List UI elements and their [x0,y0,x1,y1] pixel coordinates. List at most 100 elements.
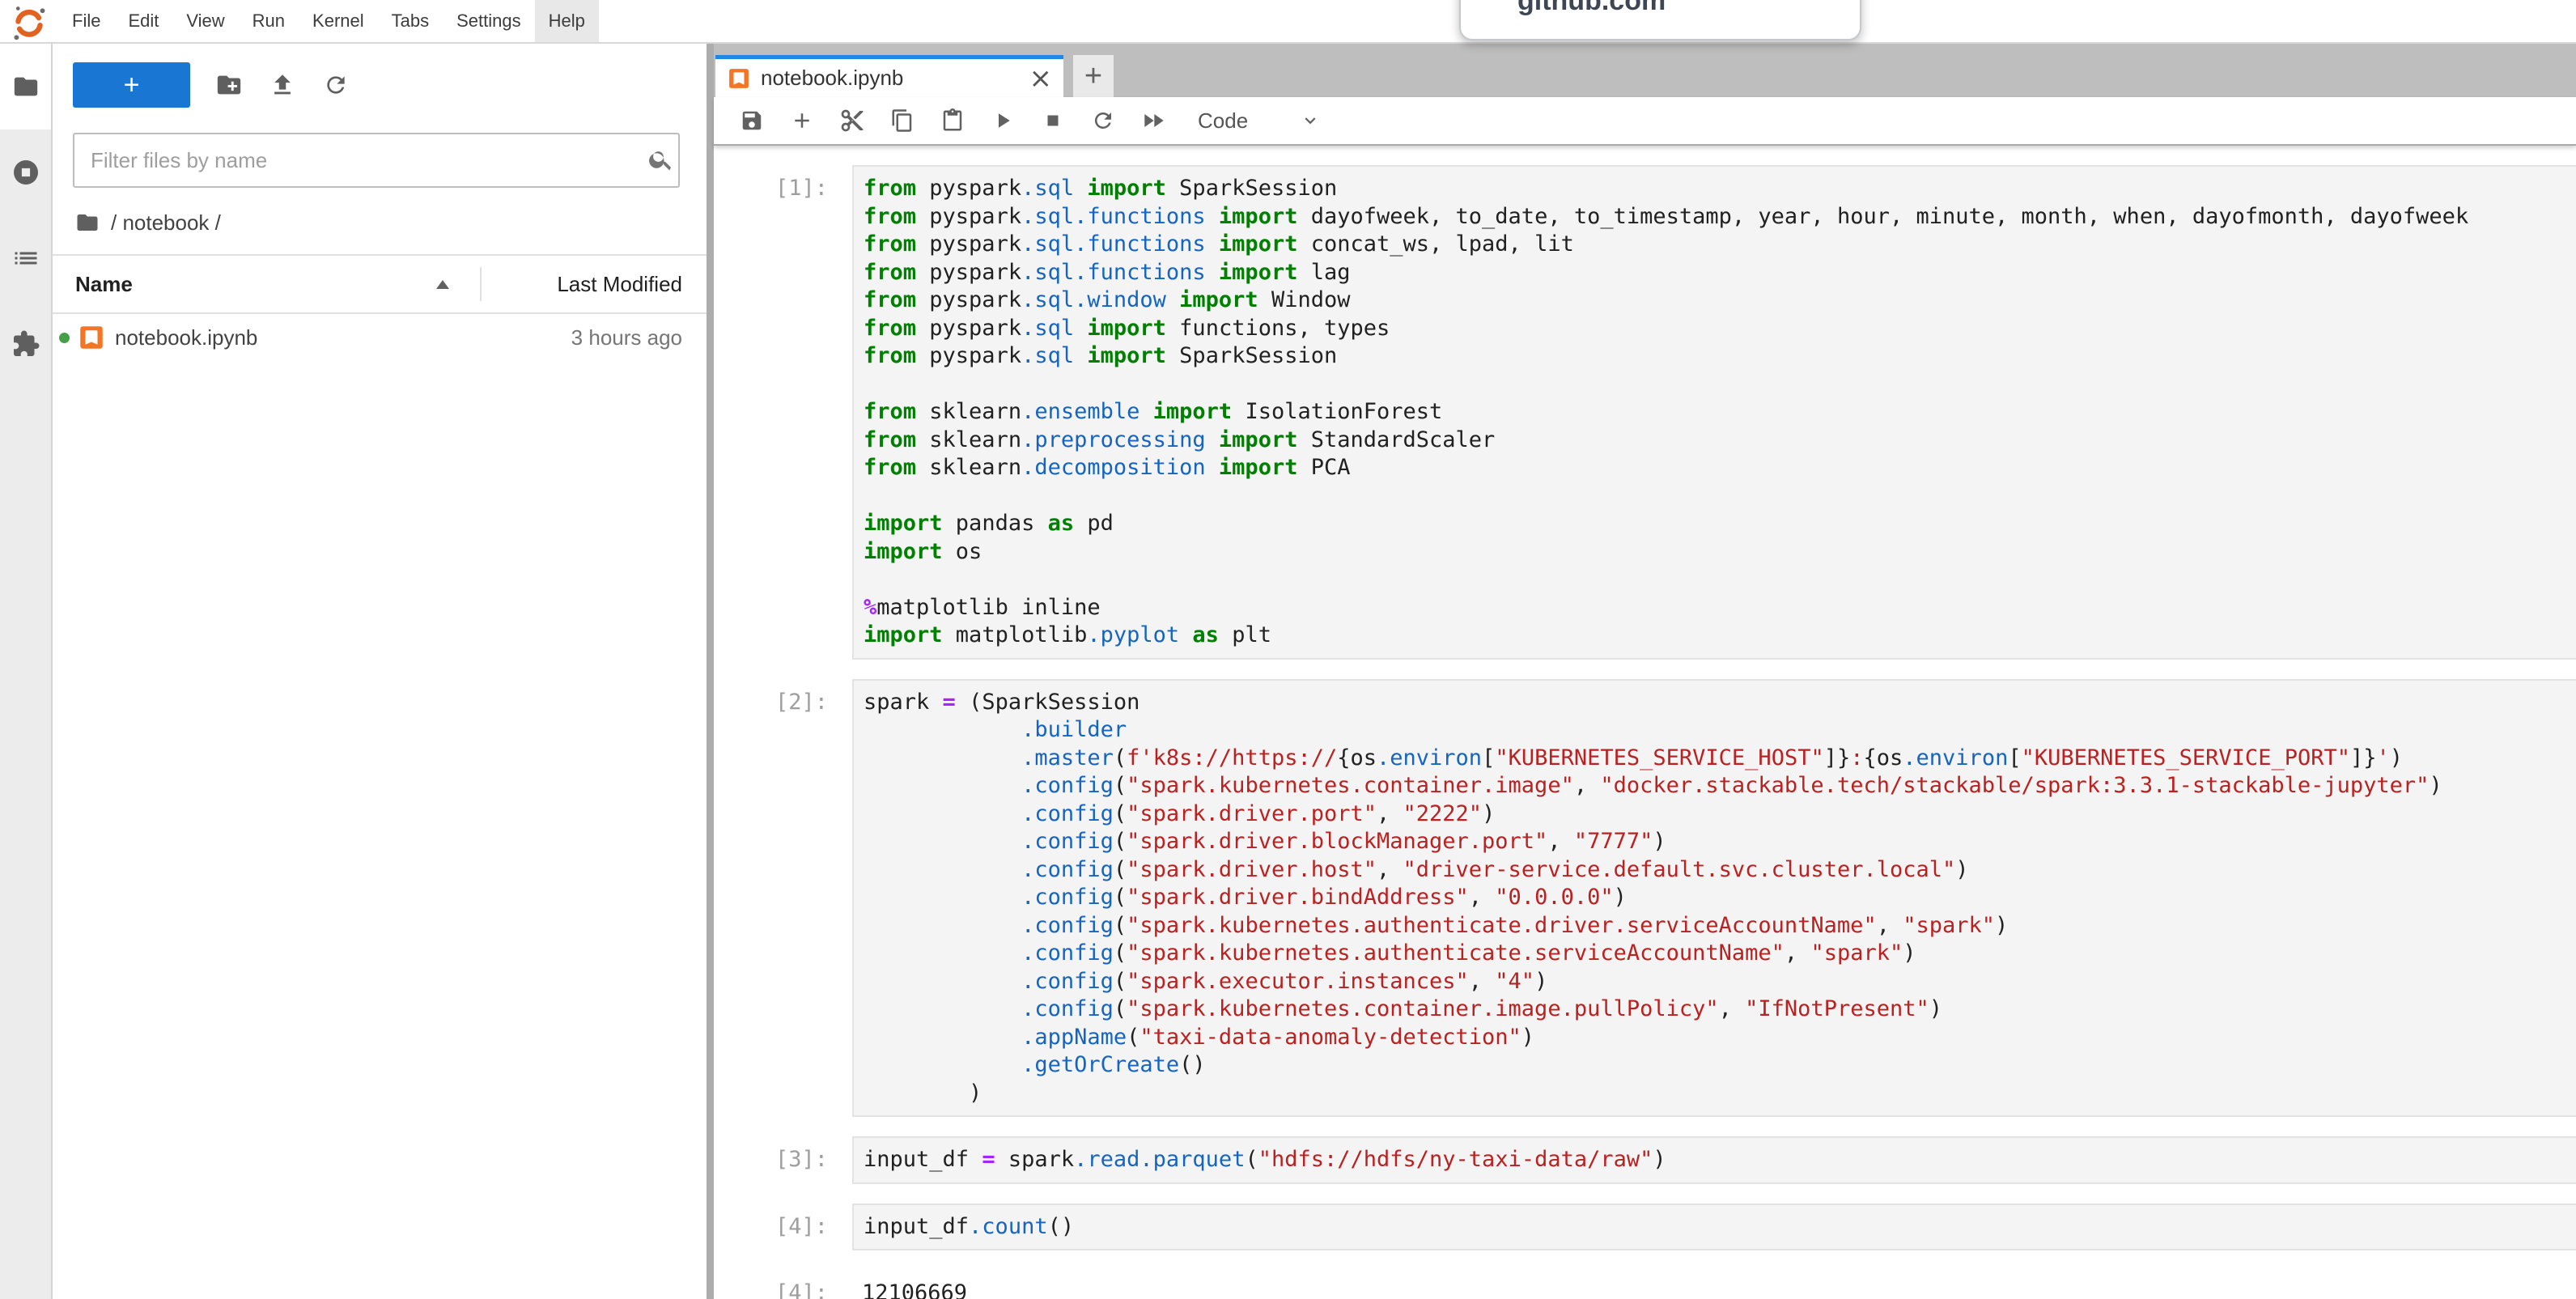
cell-input[interactable]: input_df.count() [852,1203,2576,1251]
code-line: ) [864,1080,2576,1108]
code-line: .config("spark.kubernetes.container.imag… [864,995,2576,1024]
code-line: .config("spark.driver.bindAddress", "0.0… [864,884,2576,912]
code-line: .config("spark.executor.instances", "4") [864,968,2576,996]
code-line: import pandas as pd [864,510,2576,538]
tab-notebook[interactable]: notebook.ipynb × [715,55,1063,97]
cell-input[interactable]: from pyspark.sql import SparkSessionfrom… [852,165,2576,660]
chevron-down-icon[interactable] [1300,110,1321,131]
panel-splitter[interactable] [707,44,714,1299]
popup-origin-text: github.com [1517,0,1666,16]
dock-panel: notebook.ipynb × + [714,44,2576,1299]
code-line: .config("spark.kubernetes.container.imag… [864,772,2576,800]
code-line: .master(f'k8s://https://{os.environ["KUB… [864,745,2576,773]
menu-tabs[interactable]: Tabs [378,0,443,42]
menu-help[interactable]: Help [535,0,599,42]
filter-files-input[interactable] [73,133,680,188]
sidebar-tab-extensions[interactable] [0,301,51,387]
refresh-icon [323,72,349,98]
file-list-header: Name Last Modified [53,256,707,314]
sidebar-tab-table-of-contents[interactable] [0,215,51,301]
paste-cell-button[interactable] [927,102,978,139]
menu-view[interactable]: View [172,0,238,42]
notebook-tab-icon [728,68,749,89]
notebook-toolbar: Code [714,97,2576,146]
interrupt-kernel-button[interactable] [1028,102,1078,139]
code-line: .config("spark.kubernetes.authenticate.d… [864,912,2576,940]
code-cell: [2]: spark = (SparkSession .builder .mas… [714,679,2576,1118]
code-cell: [1]: from pyspark.sql import SparkSessio… [714,165,2576,660]
code-line: from sklearn.decomposition import PCA [864,454,2576,482]
upload-button[interactable] [268,70,297,100]
notebook-file-icon [79,325,104,350]
column-header-name[interactable]: Name [53,256,480,312]
sidebar-tab-running-sessions[interactable] [0,129,51,215]
folder-icon [12,73,40,100]
menu-settings[interactable]: Settings [443,0,535,42]
code-line: input_df = spark.read.parquet("hdfs://hd… [864,1146,2576,1174]
home-folder-icon [75,210,100,235]
new-folder-button[interactable] [214,70,244,100]
cell-prompt: [2]: [714,679,852,1118]
file-row[interactable]: notebook.ipynb 3 hours ago [53,314,707,361]
cell-input[interactable]: input_df = spark.read.parquet("hdfs://hd… [852,1136,2576,1184]
insert-cell-button[interactable] [777,102,827,139]
code-line: from sklearn.ensemble import IsolationFo… [864,398,2576,427]
code-line: from pyspark.sql.functions import dayofw… [864,203,2576,231]
table-of-contents-icon [11,244,40,273]
breadcrumb-path: / notebook / [111,210,221,236]
fast-forward-icon [1140,108,1166,134]
code-line [864,371,2576,399]
code-line [864,566,2576,594]
notebook-cells: [1]: from pyspark.sql import SparkSessio… [714,165,2576,1250]
output-prompt: [4]: [714,1270,852,1299]
code-line: .builder [864,716,2576,745]
code-line: %matplotlib inline [864,594,2576,622]
jupyter-logo-icon [11,3,47,40]
puzzle-icon [11,329,40,359]
breadcrumb[interactable]: / notebook / [75,209,707,236]
code-line: from pyspark.sql import SparkSession [864,175,2576,203]
file-browser-toolbar: + [53,44,707,108]
plus-icon: + [124,71,140,99]
cell-type-dropdown[interactable]: Code [1198,108,1248,134]
save-button[interactable] [727,102,777,139]
output-value: 12106669 [852,1270,967,1299]
code-line: from sklearn.preprocessing import Standa… [864,427,2576,455]
menu-edit[interactable]: Edit [114,0,172,42]
code-line: .getOrCreate() [864,1051,2576,1080]
code-line: from pyspark.sql import functions, types [864,315,2576,343]
menu-kernel[interactable]: Kernel [299,0,378,42]
code-line: input_df.count() [864,1213,2576,1242]
restart-run-all-button[interactable] [1128,102,1178,139]
code-line: from pyspark.sql import SparkSession [864,342,2576,371]
cell-input[interactable]: spark = (SparkSession .builder .master(f… [852,679,2576,1118]
dock-tab-bar: notebook.ipynb × + [714,44,2576,97]
code-cell: [3]: input_df = spark.read.parquet("hdfs… [714,1136,2576,1184]
stop-icon [1042,110,1063,131]
column-header-last-modified[interactable]: Last Modified [480,267,707,301]
new-launcher-button[interactable]: + [73,62,190,108]
close-icon[interactable]: × [1029,65,1053,92]
cell-prompt: [4]: [714,1203,852,1251]
refresh-files-button[interactable] [321,70,350,100]
upload-icon [269,71,296,99]
code-line: from pyspark.sql.functions import lag [864,259,2576,287]
code-cell: [4]: input_df.count() [714,1203,2576,1251]
menubar: File Edit View Run Kernel Tabs Settings … [0,0,2576,44]
menu-file[interactable]: File [58,0,114,42]
code-line: from pyspark.sql.window import Window [864,287,2576,315]
search-icon [647,146,675,173]
code-line: import matplotlib.pyplot as plt [864,622,2576,650]
file-name: notebook.ipynb [115,325,257,350]
code-line: spark = (SparkSession [864,689,2576,717]
add-tab-button[interactable]: + [1073,55,1114,97]
run-icon [991,108,1015,133]
sidebar-tab-file-browser[interactable] [0,44,51,129]
restart-kernel-button[interactable] [1078,102,1128,139]
copy-cell-button[interactable] [877,102,927,139]
cut-cell-button[interactable] [827,102,877,139]
code-line: .appName("taxi-data-anomaly-detection") [864,1024,2576,1052]
output-cell: [4]: 12106669 [714,1270,2576,1299]
run-cell-button[interactable] [978,102,1028,139]
menu-run[interactable]: Run [239,0,299,42]
